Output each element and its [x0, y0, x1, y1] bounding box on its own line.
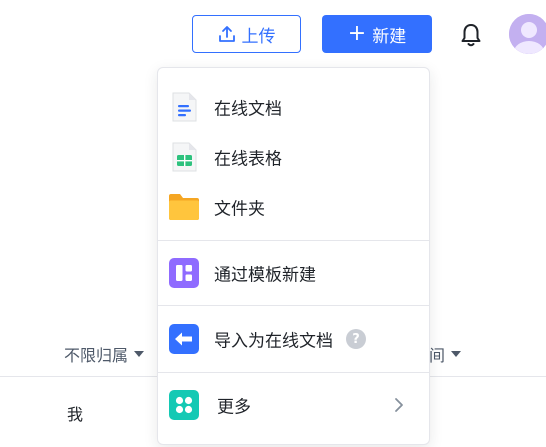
menu-divider	[158, 372, 429, 373]
upload-icon	[218, 26, 235, 42]
folder-icon	[169, 194, 199, 220]
menu-item-online-sheet[interactable]: 在线表格	[158, 134, 429, 180]
import-icon	[169, 324, 199, 354]
bell-icon[interactable]	[459, 22, 483, 48]
new-label: 新建	[372, 26, 407, 47]
new-dropdown-menu: 在线文档 在线表格 文件夹 通过模板新建 导入为在线文档 ? 更多	[157, 67, 430, 445]
template-icon	[169, 258, 199, 288]
menu-item-online-doc[interactable]: 在线文档	[158, 84, 429, 130]
chevron-right-icon	[395, 398, 403, 412]
menu-item-label: 文件夹	[214, 199, 265, 220]
doc-icon	[172, 92, 197, 122]
menu-item-more[interactable]: 更多	[158, 382, 429, 428]
sheet-icon	[172, 142, 197, 172]
more-icon	[169, 390, 199, 420]
owner-filter[interactable]: 不限归属	[64, 342, 145, 366]
avatar[interactable]	[509, 14, 546, 54]
upload-label: 上传	[241, 26, 276, 47]
caret-down-icon	[451, 351, 462, 357]
menu-item-from-template[interactable]: 通过模板新建	[158, 250, 429, 296]
new-button[interactable]: + 新建	[322, 15, 432, 53]
menu-divider	[158, 305, 429, 306]
menu-item-label: 在线表格	[214, 149, 282, 170]
menu-divider	[158, 240, 429, 241]
time-filter[interactable]: 间	[429, 342, 462, 366]
time-filter-label: 间	[429, 346, 446, 365]
menu-item-label: 通过模板新建	[214, 265, 316, 286]
menu-item-label: 在线文档	[214, 99, 282, 120]
owner-cell: 我	[67, 405, 84, 424]
caret-down-icon	[134, 351, 145, 357]
menu-item-label: 更多	[217, 397, 251, 418]
upload-button[interactable]: 上传	[192, 15, 301, 53]
owner-filter-label: 不限归属	[64, 346, 129, 365]
menu-item-folder[interactable]: 文件夹	[158, 184, 429, 230]
help-icon[interactable]: ?	[346, 329, 366, 349]
plus-icon: +	[347, 21, 367, 46]
menu-item-label: 导入为在线文档	[214, 331, 333, 352]
user-avatar-icon	[509, 14, 546, 54]
menu-item-import[interactable]: 导入为在线文档 ?	[158, 316, 429, 362]
